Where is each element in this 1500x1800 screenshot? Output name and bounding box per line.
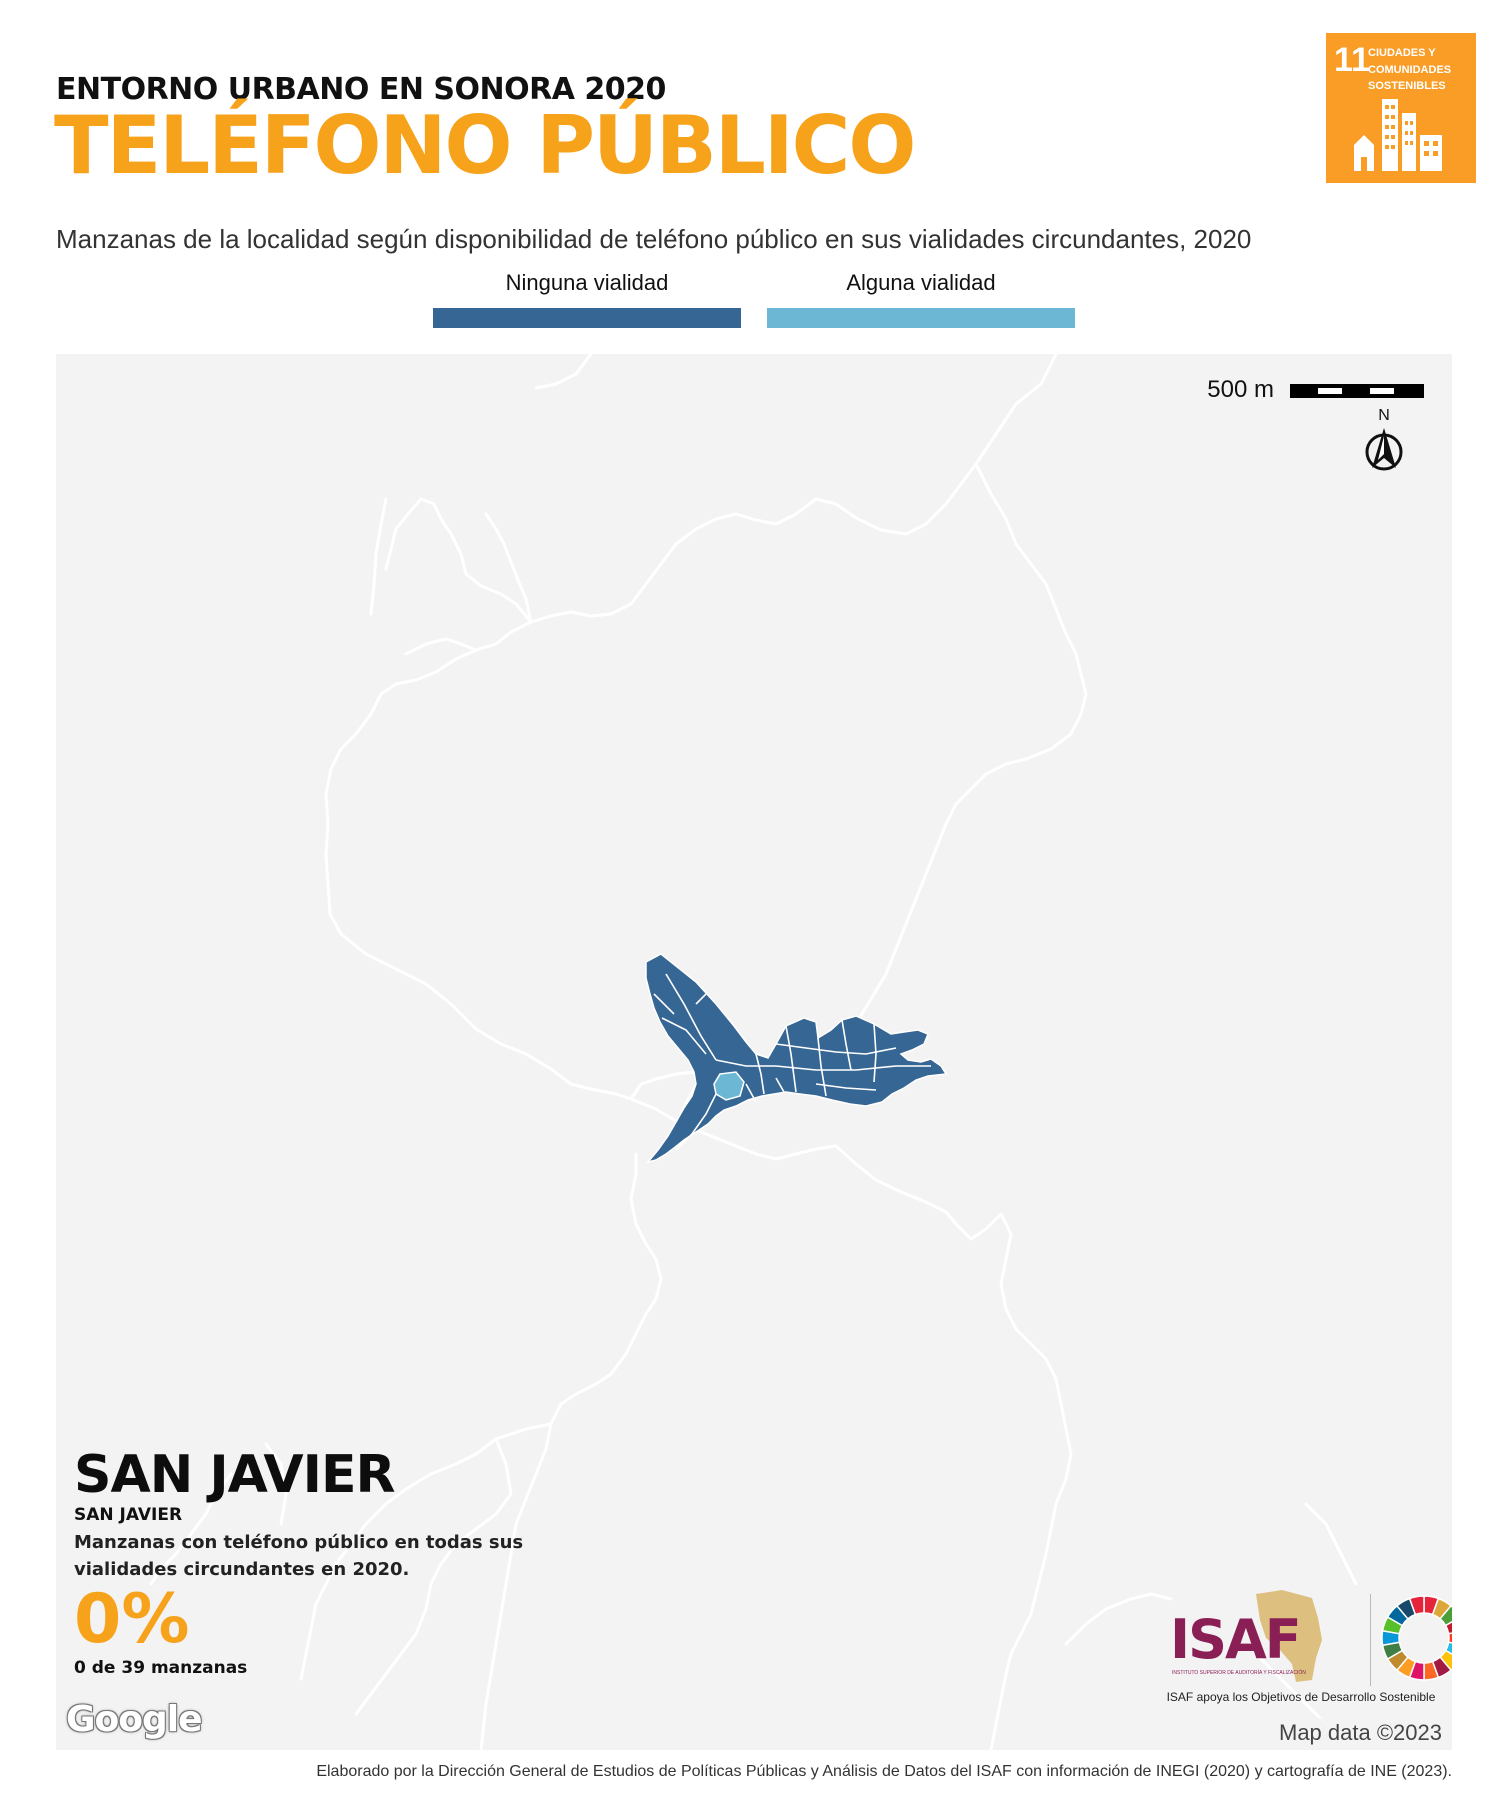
google-logo: Google	[66, 1699, 203, 1740]
isaf-subtitle: INSTITUTO SUPERIOR DE AUDITORÍA Y FISCAL…	[1172, 1670, 1306, 1676]
scale-bar	[1290, 384, 1424, 398]
legend-item-alguna: Alguna vialidad	[767, 270, 1075, 328]
legend-label: Alguna vialidad	[846, 270, 996, 295]
legend-item-ninguna: Ninguna vialidad	[433, 270, 741, 328]
summary-count: 0 de 39 manzanas	[74, 1658, 248, 1679]
legend-swatch	[433, 308, 741, 328]
page-subtitle: Manzanas de la localidad según disponibi…	[56, 224, 1252, 254]
map-attribution: Map data ©2023	[1275, 1718, 1446, 1748]
footer-credit: Elaborado por la Dirección General de Es…	[316, 1763, 1452, 1780]
legend-label: Ninguna vialidad	[505, 270, 669, 295]
locality-blocks[interactable]	[645, 953, 948, 1164]
scale-label: 500 m	[1207, 376, 1274, 403]
isaf-logo: ISAF	[1170, 1608, 1302, 1671]
locality-name: SAN JAVIER	[74, 1445, 396, 1505]
page-title: TELÉFONO PÚBLICO	[54, 99, 916, 192]
city-icon	[1354, 99, 1442, 171]
legend: Ninguna vialidad Alguna vialidad	[0, 270, 1500, 330]
logos-caption: ISAF apoya los Objetivos de Desarrollo S…	[1166, 1690, 1436, 1704]
logos-block: ISAF INSTITUTO SUPERIOR DE AUDITORÍA Y F…	[1156, 1586, 1452, 1706]
legend-swatch	[767, 308, 1075, 328]
sdg-wheel-icon	[1381, 1595, 1452, 1681]
summary-description: Manzanas con teléfono público en todas s…	[74, 1531, 524, 1581]
sdg-11-badge: 11 CIUDADES Y COMUNIDADES SOSTENIBLES	[1326, 33, 1476, 183]
summary-percentage: 0%	[74, 1580, 190, 1660]
sdg-label: CIUDADES Y COMUNIDADES SOSTENIBLES	[1368, 47, 1452, 92]
locality-summary: SAN JAVIER SAN JAVIER Manzanas con teléf…	[74, 1448, 534, 1678]
logo-divider	[1370, 1594, 1371, 1686]
municipality-name: SAN JAVIER	[74, 1504, 183, 1525]
north-arrow-icon: N	[1365, 407, 1403, 471]
north-label: N	[1378, 407, 1390, 424]
sdg-number: 11	[1334, 41, 1370, 79]
